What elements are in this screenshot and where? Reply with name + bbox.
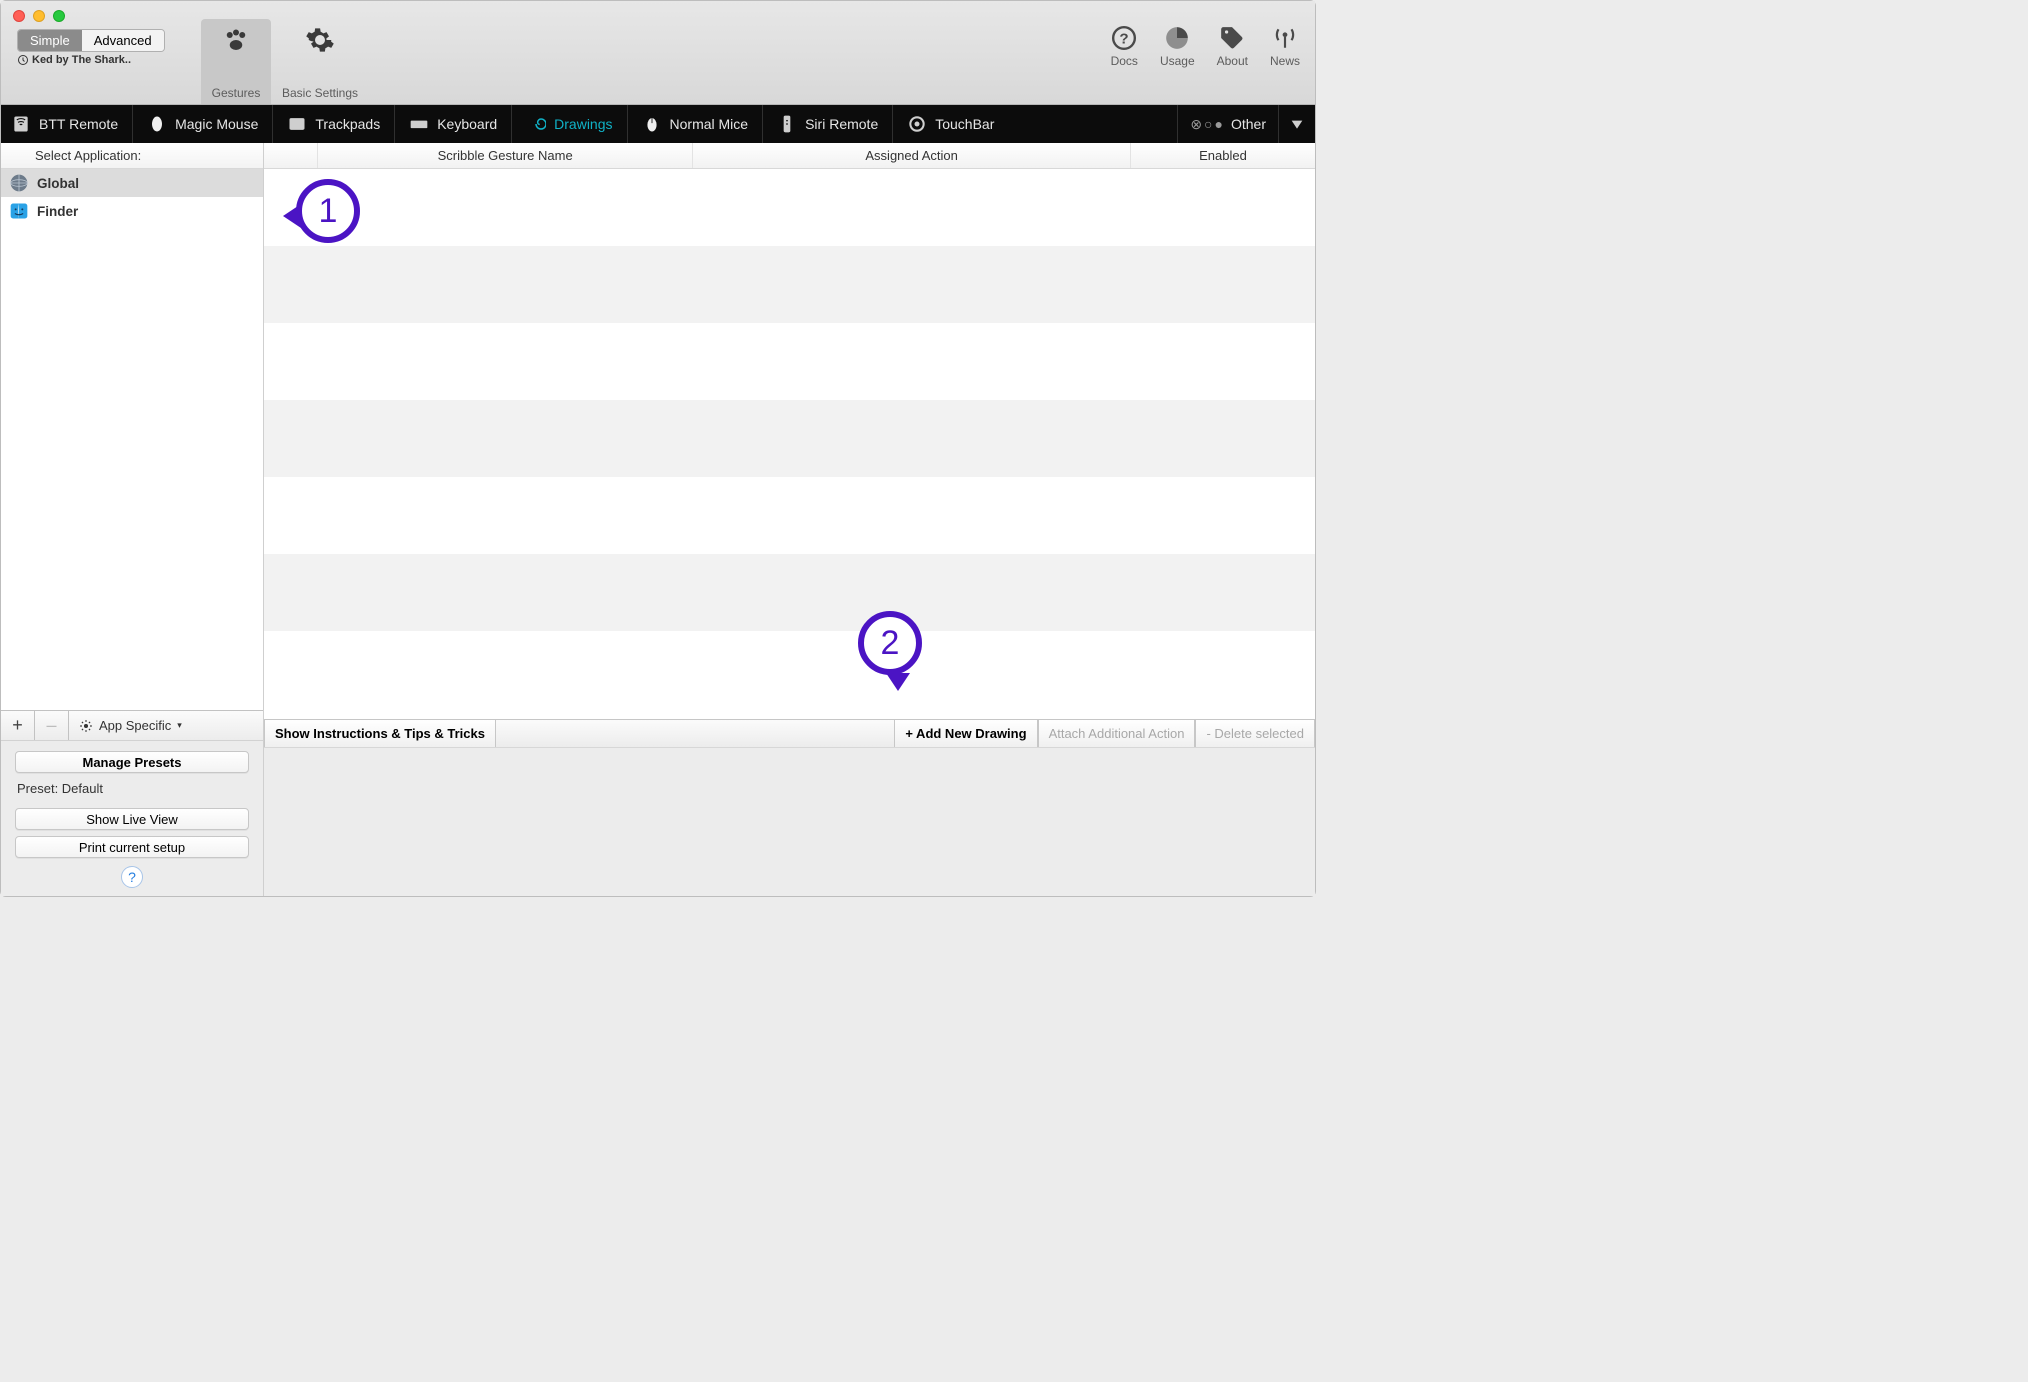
mouse2-icon [642, 114, 662, 134]
pie-icon [1164, 25, 1190, 51]
add-drawing-button[interactable]: + Add New Drawing [894, 720, 1037, 747]
gear-icon [305, 25, 335, 55]
simple-mode-button[interactable]: Simple [18, 30, 82, 51]
news-button[interactable]: News [1270, 25, 1300, 68]
docs-button[interactable]: ? Docs [1111, 25, 1138, 68]
table-row[interactable] [264, 554, 1315, 631]
device-tab-keyboard[interactable]: Keyboard [394, 105, 511, 143]
svg-text:?: ? [1120, 30, 1129, 47]
siri-remote-icon [777, 114, 797, 134]
device-tab-touchbar[interactable]: TouchBar [892, 105, 1008, 143]
preset-label: Preset: Default [15, 779, 249, 802]
annotation-2: 2 [858, 611, 922, 675]
annotation-1: 1 [296, 179, 360, 243]
device-tab-normal-mice[interactable]: Normal Mice [627, 105, 763, 143]
print-setup-button[interactable]: Print current setup [15, 836, 249, 858]
table-row[interactable] [264, 631, 1315, 708]
help-button[interactable]: ? [121, 866, 143, 888]
preset-marquee: Ked by The Shark.. [17, 54, 165, 66]
app-item-global-label: Global [37, 176, 79, 191]
window-close-button[interactable] [13, 10, 25, 22]
basic-settings-tab[interactable]: Basic Settings [271, 19, 369, 104]
clock-icon [17, 54, 29, 66]
sidebar: Select Application: Global Finder + – Ap… [1, 143, 264, 896]
advanced-mode-button[interactable]: Advanced [82, 30, 164, 51]
table-row[interactable] [264, 323, 1315, 400]
titlebar: Simple Advanced Ked by The Shark.. Gestu… [1, 1, 1315, 105]
globe-icon [9, 173, 29, 193]
trackpad-icon [287, 114, 307, 134]
rows [264, 169, 1315, 719]
device-tab-btt-remote[interactable]: BTT Remote [1, 105, 132, 143]
table-row[interactable] [264, 169, 1315, 246]
content: Scribble Gesture Name Assigned Action En… [264, 143, 1315, 896]
app-specific-menu[interactable]: App Specific ▾ [69, 711, 263, 740]
device-tab-drawings[interactable]: Drawings [511, 105, 626, 143]
basic-settings-tab-label: Basic Settings [282, 86, 358, 102]
chevron-down-icon: ▾ [177, 720, 182, 731]
column-icon[interactable] [264, 143, 318, 168]
device-tab-siri-remote[interactable]: Siri Remote [762, 105, 892, 143]
device-tab-magic-mouse[interactable]: Magic Mouse [132, 105, 272, 143]
paw-icon [221, 25, 251, 55]
attach-action-button: Attach Additional Action [1038, 720, 1196, 747]
gestures-tab-label: Gestures [212, 86, 261, 102]
mouse-icon [147, 114, 167, 134]
add-app-button[interactable]: + [1, 711, 35, 740]
delete-selected-button: - Delete selected [1195, 720, 1315, 747]
remove-app-button[interactable]: – [35, 711, 69, 740]
column-headers: Scribble Gesture Name Assigned Action En… [264, 143, 1315, 169]
app-item-finder-label: Finder [37, 204, 78, 219]
app-item-global[interactable]: Global [1, 169, 263, 197]
app-list: Global Finder [1, 169, 263, 710]
remote-icon [11, 114, 31, 134]
column-enabled[interactable]: Enabled [1131, 143, 1315, 168]
column-action[interactable]: Assigned Action [693, 143, 1131, 168]
detail-pane [264, 747, 1315, 896]
tag-icon [1219, 25, 1245, 51]
column-gesture[interactable]: Scribble Gesture Name [318, 143, 693, 168]
help-icon: ? [1111, 25, 1137, 51]
device-bar: BTT Remote Magic Mouse Trackpads Keyboar… [1, 105, 1315, 143]
about-button[interactable]: About [1217, 25, 1248, 68]
touchbar-icon [907, 114, 927, 134]
usage-button[interactable]: Usage [1160, 25, 1195, 68]
manage-presets-button[interactable]: Manage Presets [15, 751, 249, 773]
spiral-icon [526, 114, 546, 134]
gear-small-icon [79, 719, 93, 733]
triangle-down-icon [1289, 116, 1305, 132]
broadcast-icon [1272, 25, 1298, 51]
device-tab-trackpads[interactable]: Trackpads [272, 105, 394, 143]
device-bar-dropdown[interactable] [1278, 105, 1315, 143]
app-item-finder[interactable]: Finder [1, 197, 263, 225]
keyboard-icon [409, 114, 429, 134]
table-row[interactable] [264, 400, 1315, 477]
show-live-view-button[interactable]: Show Live View [15, 808, 249, 830]
window-minimize-button[interactable] [33, 10, 45, 22]
table-row[interactable] [264, 477, 1315, 554]
window-zoom-button[interactable] [53, 10, 65, 22]
sidebar-header: Select Application: [1, 143, 263, 169]
device-tab-other[interactable]: ⊗○● Other [1177, 105, 1278, 143]
finder-icon [9, 201, 29, 221]
table-row[interactable] [264, 246, 1315, 323]
mode-segment: Simple Advanced [17, 29, 165, 52]
gestures-tab[interactable]: Gestures [201, 19, 271, 104]
show-tips-button[interactable]: Show Instructions & Tips & Tricks [264, 720, 496, 747]
dots-icon: ⊗○● [1190, 116, 1225, 133]
